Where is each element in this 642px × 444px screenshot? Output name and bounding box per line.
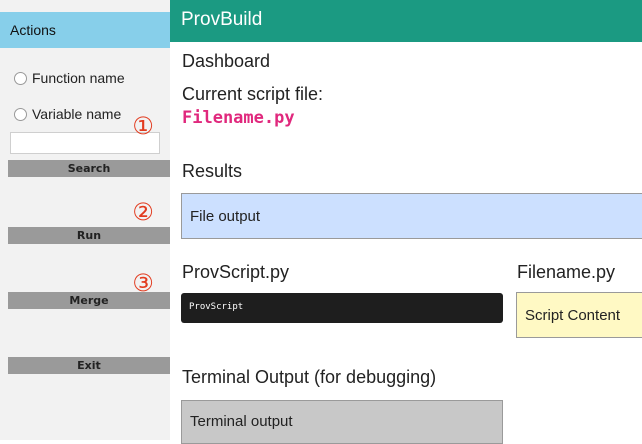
exit-button[interactable]: Exit — [8, 357, 170, 374]
annotation-3: ③ — [132, 269, 154, 297]
annotation-2: ② — [132, 198, 154, 226]
radio-function-name[interactable]: Function name — [14, 70, 125, 86]
radio-label: Variable name — [32, 106, 122, 122]
results-title: Results — [182, 161, 243, 181]
terminal-output-title: Terminal Output (for debugging) — [182, 367, 437, 387]
run-button[interactable]: Run — [8, 227, 170, 244]
annotation-1: ① — [132, 112, 154, 140]
script-content-text: Script Content — [525, 307, 621, 324]
radio-variable-name[interactable]: Variable name — [14, 106, 121, 122]
terminal-output-panel: Terminal output — [181, 400, 503, 444]
dashboard-title: Dashboard — [182, 51, 271, 71]
sidebar-title: Actions — [10, 22, 56, 38]
search-button[interactable]: Search — [8, 160, 170, 177]
current-filename: Filename.py — [182, 108, 295, 128]
app-title: ProvBuild — [181, 9, 263, 30]
filename-title: Filename.py — [517, 262, 616, 282]
provscript-code-editor[interactable]: ProvScript — [181, 293, 503, 323]
current-file-label: Current script file: — [182, 84, 324, 104]
file-output-panel: File output — [181, 193, 642, 239]
terminal-output-text: Terminal output — [190, 413, 293, 430]
provscript-title: ProvScript.py — [182, 262, 290, 282]
radio-label: Function name — [32, 70, 125, 86]
file-output-text: File output — [190, 208, 261, 225]
script-content-panel[interactable]: Script Content — [516, 292, 642, 338]
sidebar-header: Actions — [0, 12, 170, 48]
sidebar: Actions Function name Variable name Sear… — [0, 0, 170, 440]
radio-circle-icon[interactable] — [14, 107, 27, 121]
radio-circle-icon[interactable] — [14, 71, 27, 85]
provscript-code-text: ProvScript — [189, 302, 244, 312]
app-header: ProvBuild — [170, 0, 642, 42]
